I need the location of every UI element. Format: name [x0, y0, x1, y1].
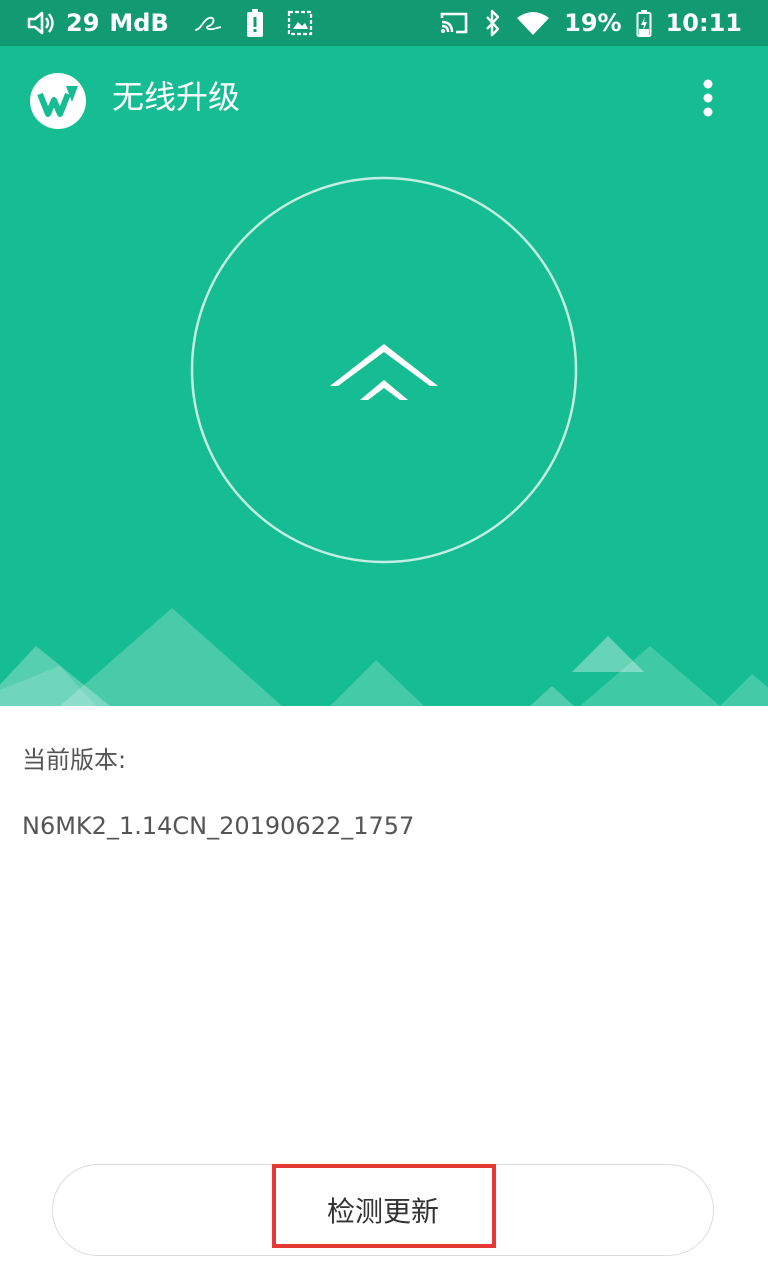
more-vert-icon[interactable]: [688, 74, 728, 122]
app-title: 无线升级: [112, 78, 241, 116]
volume-unit: MdB: [109, 9, 169, 37]
status-bar-right: 19% 10:11: [438, 9, 742, 37]
check-update-button[interactable]: 检测更新: [52, 1164, 714, 1256]
hero-banner: 无线升级: [0, 46, 768, 706]
bluetooth-icon: [484, 9, 502, 37]
battery-icon: [636, 9, 652, 37]
battery-alert-icon: [245, 8, 265, 38]
double-chevron-up-icon[interactable]: [326, 342, 442, 402]
status-bar: 29 MdB 19% 10:11: [0, 0, 768, 46]
current-version-label: 当前版本:: [22, 746, 127, 774]
screenshot-icon: [287, 10, 313, 36]
wifi-icon: [516, 10, 550, 36]
volume-icon: [26, 10, 56, 36]
mountains-decoration: [0, 608, 768, 706]
app-bar: 无线升级: [0, 46, 768, 150]
check-update-label: 检测更新: [326, 1195, 439, 1228]
status-bar-left: 29 MdB: [26, 8, 313, 38]
clock: 10:11: [665, 9, 742, 37]
cast-icon: [438, 10, 470, 36]
battery-percent: 19%: [564, 9, 622, 37]
signature-icon: [193, 12, 223, 34]
app-logo-icon: [26, 72, 92, 130]
volume-level: 29: [66, 9, 100, 37]
version-panel: 当前版本: N6MK2_1.14CN_20190622_1757 检测更新: [0, 706, 768, 1278]
current-version-value: N6MK2_1.14CN_20190622_1757: [22, 812, 415, 840]
